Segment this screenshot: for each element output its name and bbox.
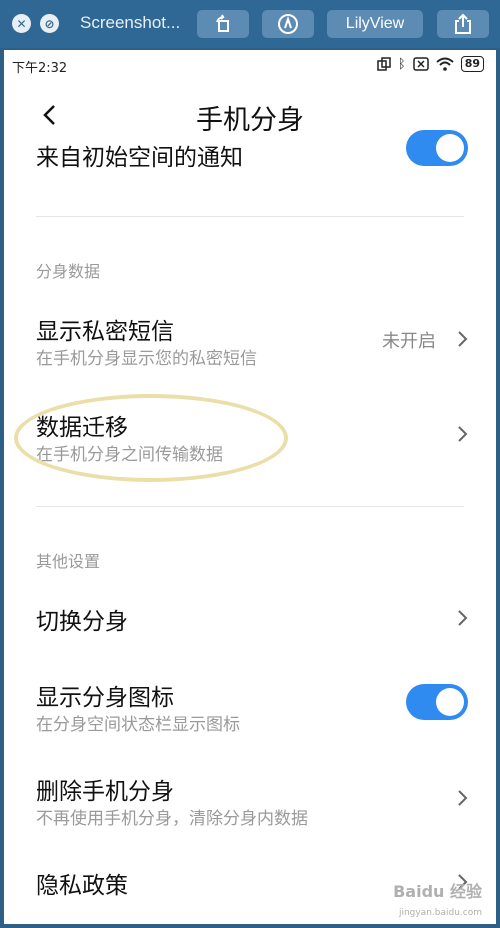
status-bar: 下午2:32 ᛒ 89 xyxy=(4,50,496,80)
section-label-other: 其他设置 xyxy=(36,552,101,571)
watermark-logo: Baidu 经验 xyxy=(393,882,482,901)
data-migration-title: 数据迁移 xyxy=(36,415,128,441)
show-clone-icon-subtitle: 在分身空间状态栏显示图标 xyxy=(36,715,240,735)
notification-row-title: 来自初始空间的通知 xyxy=(36,145,243,171)
switch-clone-title: 切换分身 xyxy=(36,609,128,635)
bluetooth-icon: ᛒ xyxy=(397,56,406,72)
minimize-icon[interactable]: ⊘ xyxy=(40,14,59,33)
battery-icon: 89 xyxy=(460,56,484,72)
phone-screen: 下午2:32 ᛒ 89 手机分身 来自初始空间的通知 分身数据 显示私密短信 在… xyxy=(4,50,496,924)
share-button[interactable] xyxy=(437,10,489,38)
private-sms-status: 未开启 xyxy=(382,331,436,352)
no-sim-icon xyxy=(412,57,429,71)
wifi-icon xyxy=(436,57,454,71)
private-sms-row[interactable]: 显示私密短信 在手机分身显示您的私密短信 未开启 xyxy=(4,300,496,374)
viewer-title: Screenshot... xyxy=(80,13,181,32)
delete-clone-subtitle: 不再使用手机分身，清除分身内数据 xyxy=(36,809,308,829)
chevron-right-icon xyxy=(458,331,468,347)
data-migration-row[interactable]: 数据迁移 在手机分身之间传输数据 xyxy=(4,396,496,470)
toggle-knob xyxy=(436,134,464,162)
status-icons: ᛒ 89 xyxy=(377,56,484,72)
toggle-knob xyxy=(436,688,464,716)
close-icon[interactable]: ✕ xyxy=(12,14,31,33)
watermark-url: jingyan.baidu.com xyxy=(398,908,482,918)
viewer-toolbar: ✕ ⊘ Screenshot... LilyView xyxy=(0,0,500,48)
switch-clone-row[interactable]: 切换分身 xyxy=(4,590,496,646)
show-clone-icon-title: 显示分身图标 xyxy=(36,685,174,711)
delete-clone-title: 删除手机分身 xyxy=(36,779,174,805)
notification-toggle[interactable] xyxy=(406,130,468,166)
divider xyxy=(36,216,464,217)
dual-window-icon xyxy=(377,57,391,71)
status-time: 下午2:32 xyxy=(12,61,68,76)
show-clone-icon-row[interactable]: 显示分身图标 在分身空间状态栏显示图标 xyxy=(4,666,496,740)
section-label-data: 分身数据 xyxy=(36,262,101,281)
privacy-policy-title: 隐私政策 xyxy=(36,873,128,899)
private-sms-title: 显示私密短信 xyxy=(36,319,174,345)
divider xyxy=(36,506,464,507)
notification-row[interactable]: 来自初始空间的通知 xyxy=(4,130,496,192)
show-clone-icon-toggle[interactable] xyxy=(406,684,468,720)
chevron-right-icon xyxy=(458,790,468,806)
chevron-right-icon xyxy=(458,610,468,626)
data-migration-subtitle: 在手机分身之间传输数据 xyxy=(36,445,223,465)
bottom-frame xyxy=(0,924,500,928)
rotate-button[interactable] xyxy=(197,10,249,38)
markup-pen-icon xyxy=(278,14,298,34)
markup-button[interactable] xyxy=(262,10,314,38)
rotate-icon xyxy=(216,14,229,32)
chevron-right-icon xyxy=(458,426,468,442)
delete-clone-row[interactable]: 删除手机分身 不再使用手机分身，清除分身内数据 xyxy=(4,760,496,834)
open-with-button[interactable]: LilyView xyxy=(327,10,423,38)
share-icon xyxy=(455,13,471,34)
private-sms-subtitle: 在手机分身显示您的私密短信 xyxy=(36,349,257,369)
